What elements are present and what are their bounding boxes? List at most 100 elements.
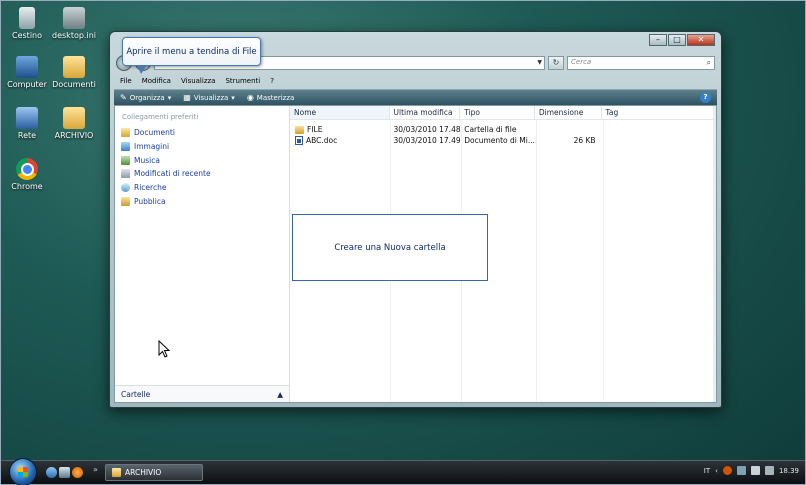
menu-bar: File Modifica Visualizza Strumenti ? [116,74,715,88]
security-icon[interactable] [722,466,732,475]
taskbar: » ARCHIVIO IT ‹ 18.39 [1,458,805,485]
file-tag [602,135,716,146]
desktop-icon-computer[interactable]: Computer [4,56,50,89]
organize-button[interactable]: ✎ Organizza ▾ [120,93,171,102]
column-header-type[interactable]: Tipo [460,106,535,119]
view-button[interactable]: ▦ Visualizza ▾ [183,93,235,102]
favorite-item-recenti[interactable]: Modificati di recente [121,167,211,181]
file-row[interactable]: FILE 30/03/2010 17.48 Cartella di file [290,124,716,135]
favorite-label: Immagini [134,142,170,152]
file-name: ABC.doc [306,136,338,145]
desktop-icon-label: Cestino [12,31,42,40]
column-header-size[interactable]: Dimensione [535,106,602,119]
desktop-icon-label: Chrome [11,182,43,191]
menu-help[interactable]: ? [270,77,274,85]
file-size [535,124,602,135]
refresh-button[interactable]: ↻ [548,56,564,70]
favorites-list: Documenti Immagini Musica Modificati di … [121,126,211,208]
favorite-label: Ricerche [134,183,167,193]
folder-icon [295,125,304,134]
tooltip-callout-file-menu: Aprire il menu a tendina di File [122,37,261,74]
file-list-header: Nome Ultima modifica Tipo Dimensione Tag [290,106,716,120]
file-name-cell: ABC.doc [290,135,390,146]
desktop-icon-chrome[interactable]: Chrome [4,158,50,191]
vertical-scrollbar[interactable] [713,106,716,402]
desktop-icon-documenti[interactable]: Documenti [51,56,97,89]
mouse-cursor-icon [158,340,170,358]
file-name: FILE [307,125,323,134]
search-icon[interactable]: ⌕ [707,58,711,68]
chevron-up-icon: ▲ [277,389,283,399]
network-icon [16,107,38,129]
menu-modifica[interactable]: Modifica [142,77,171,85]
volume-icon[interactable] [764,466,774,475]
show-desktop-icon[interactable] [59,467,70,478]
file-type: Cartella di file [464,125,517,134]
column-divider [603,120,604,402]
device-icon[interactable] [750,466,760,475]
tray-expand-icon[interactable]: ‹ [715,467,718,475]
file-type: Documento di Mi... [464,136,535,145]
chevron-down-icon[interactable]: ▼ [537,59,542,66]
menu-strumenti[interactable]: Strumenti [225,77,260,85]
chrome-icon [16,158,38,180]
navigation-pane: Collegamenti preferiti Documenti Immagin… [115,106,290,402]
desktop-icon-label: ARCHIVIO [54,131,94,140]
public-folder-icon [121,196,130,206]
documents-icon [121,128,130,138]
favorite-item-ricerche[interactable]: Ricerche [121,181,211,195]
desktop-icon-label: desktop.ini [52,31,96,40]
taskbar-button-archivio[interactable]: ARCHIVIO [105,464,203,481]
help-icon[interactable]: ? [700,92,711,103]
favorite-label: Pubblica [134,196,166,206]
burn-button[interactable]: ◉ Masterizza [247,93,294,102]
file-tag [602,124,716,135]
view-label: Visualizza [193,93,229,102]
clock[interactable]: 18.39 [779,467,799,475]
favorite-item-pubblica[interactable]: Pubblica [121,194,211,208]
desktop-icon-label: Computer [7,80,47,89]
file-name-cell: FILE [290,124,390,135]
folder-icon [63,56,85,78]
network-status-icon[interactable] [736,466,746,475]
quicklaunch-more-icon[interactable]: » [93,465,98,474]
favorite-label: Musica [134,155,160,165]
music-icon [121,155,130,165]
internet-explorer-icon[interactable] [46,467,57,478]
file-modified: 30/03/2010 17.49 [393,136,461,145]
favorite-item-documenti[interactable]: Documenti [121,126,211,140]
column-divider [536,120,537,402]
language-indicator[interactable]: IT [704,467,710,475]
desktop-icon-label: Documenti [52,80,96,89]
instruction-box-new-folder: Creare una Nuova cartella [292,214,488,281]
pictures-icon [121,142,130,152]
firefox-icon[interactable] [72,467,83,478]
favorite-item-musica[interactable]: Musica [121,153,211,167]
folders-toggle[interactable]: Cartelle ▲ [115,385,289,402]
taskbar-button-label: ARCHIVIO [125,468,162,477]
recycle-bin-icon [19,7,35,29]
menu-file[interactable]: File [120,77,132,85]
desktop-icon-rete[interactable]: Rete [4,107,50,140]
search-input[interactable]: Cerca ⌕ [567,56,715,70]
desktop-icon-archivio[interactable]: ARCHIVIO [51,107,97,140]
menu-visualizza[interactable]: Visualizza [181,77,215,85]
desktop-icon-desktop-ini[interactable]: desktop.ini [51,7,97,40]
disc-icon: ◉ [246,93,254,102]
computer-icon [16,56,38,78]
column-header-name[interactable]: Nome [290,106,390,119]
maximize-button[interactable]: □ [668,34,686,46]
organize-icon: ✎ [120,93,127,102]
column-header-tag[interactable]: Tag [602,106,716,119]
desktop-icon-recycle-bin[interactable]: Cestino [4,7,50,40]
favorite-item-immagini[interactable]: Immagini [121,140,211,154]
start-button[interactable] [9,458,37,485]
favorite-label: Documenti [134,128,175,138]
word-document-icon [295,136,303,145]
views-icon: ▦ [183,93,191,102]
column-header-modified[interactable]: Ultima modifica [390,106,461,119]
minimize-button[interactable]: – [649,34,667,46]
file-row[interactable]: ABC.doc 30/03/2010 17.49 Documento di Mi… [290,135,716,146]
close-button[interactable]: ✕ [687,34,715,46]
folders-label: Cartelle [121,389,151,399]
